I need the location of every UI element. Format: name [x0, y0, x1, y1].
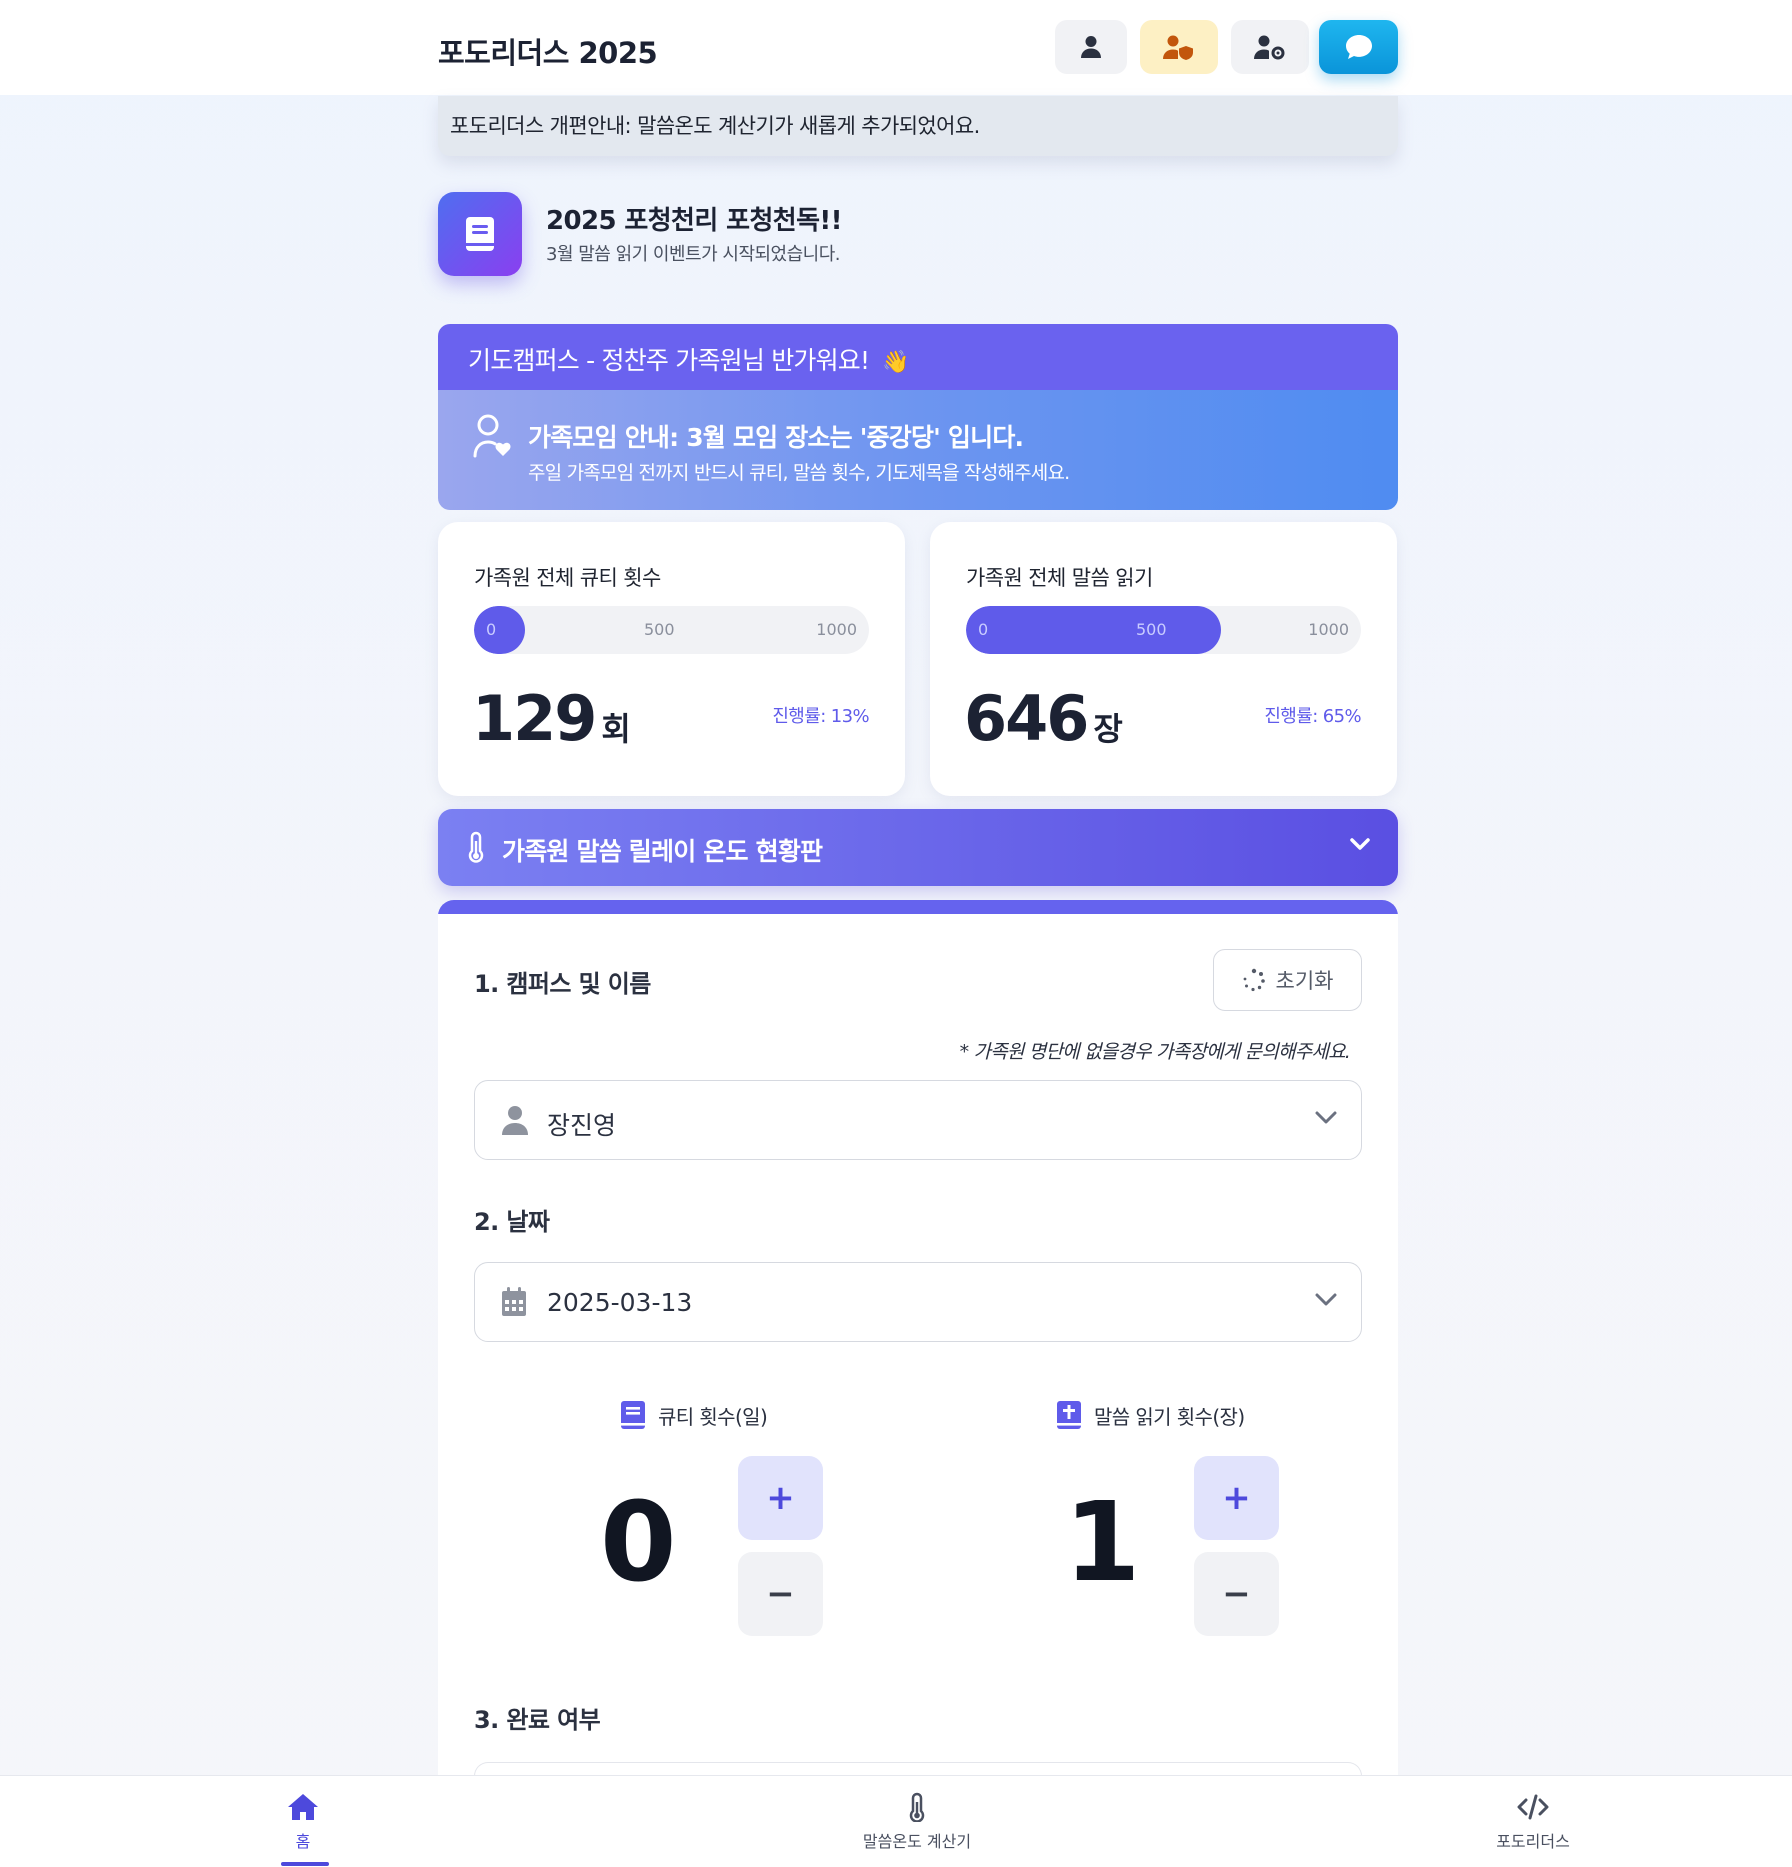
chevron-down-icon [1350, 838, 1370, 850]
wave-emoji-icon: 👋 [882, 350, 909, 375]
spinner-icon [1243, 968, 1265, 992]
relay-temperature-accordion[interactable]: 가족원 말씀 릴레이 온도 현황판 [438, 809, 1398, 886]
code-icon [1517, 1794, 1549, 1820]
date-select[interactable]: 2025-03-13 [474, 1262, 1362, 1342]
event-subtitle: 3월 말씀 읽기 이벤트가 시작되었습니다. [546, 244, 841, 265]
reading-increment-button[interactable]: + [1194, 1456, 1279, 1540]
user-gear-icon [1254, 35, 1285, 60]
qt-total-number: 129 [472, 682, 597, 755]
event-title: 2025 포청천리 포청천독!! [546, 206, 843, 236]
section-completion: 3. 완료 여부 [474, 1706, 601, 1734]
welcome-banner: 기도캠퍼스 - 정찬주 가족원님 반가워요! 👋 [438, 324, 1398, 390]
reading-total-unit: 장 [1093, 710, 1122, 748]
qt-decrement-button[interactable]: − [738, 1552, 823, 1636]
tick-label: 0 [486, 620, 497, 639]
thermometer-icon [468, 831, 484, 863]
family-notice-title: 가족모임 안내: 3월 모임 장소는 '중강당' 입니다. [528, 423, 1024, 452]
record-form: 1. 캠퍼스 및 이름 초기화 * 가족원 명단에 없을경우 가족장에게 문의해… [438, 900, 1398, 1867]
reading-progress-text: 진행률: 65% [1264, 706, 1361, 727]
tick-label: 500 [1136, 620, 1167, 639]
reading-counter-label: 말씀 읽기 횟수(장) [1056, 1400, 1245, 1430]
nav-podoreaders-label: 포도리더스 [1496, 1832, 1570, 1851]
section-date: 2. 날짜 [474, 1208, 550, 1236]
top-bar: 포도리더스 2025 [0, 0, 1792, 95]
section-campus-name: 1. 캠퍼스 및 이름 [474, 970, 651, 998]
chevron-down-icon [1315, 1293, 1337, 1306]
qt-increment-button[interactable]: + [738, 1456, 823, 1540]
family-notice-subtitle: 주일 가족모임 전까지 반드시 큐티, 말씀 횟수, 기도제목을 작성해주세요. [528, 462, 1070, 484]
reading-counter-text: 말씀 읽기 횟수(장) [1094, 1404, 1245, 1429]
form-top-strip [438, 900, 1398, 914]
qt-counter-text: 큐티 횟수(일) [658, 1404, 768, 1429]
nav-home-label: 홈 [295, 1832, 311, 1851]
chevron-down-icon [1315, 1111, 1337, 1124]
welcome-text: 기도캠퍼스 - 정찬주 가족원님 반가워요! [468, 346, 870, 375]
tick-label: 1000 [1308, 620, 1349, 639]
reading-counter: 말씀 읽기 횟수(장) 1 + − [1056, 1400, 1486, 1640]
reading-progress-bar: 0 500 1000 [966, 606, 1361, 654]
qt-progress-bar: 0 500 1000 [474, 606, 869, 654]
qt-total-value: 129 회 [472, 682, 631, 755]
reading-total-number: 646 [964, 682, 1089, 755]
reading-progress-fill [966, 606, 1222, 654]
reading-decrement-button[interactable]: − [1194, 1552, 1279, 1636]
tick-label: 500 [644, 620, 675, 639]
date-select-value: 2025-03-13 [547, 1288, 693, 1317]
user-icon [1081, 36, 1101, 58]
qt-total-unit: 회 [601, 710, 630, 748]
announcement-banner: 포도리더스 개편안내: 말씀온도 계산기가 새롭게 추가되었어요. [438, 96, 1398, 156]
nav-temperature-label: 말씀온도 계산기 [862, 1832, 972, 1851]
reading-total-card: 가족원 전체 말씀 읽기 0 500 1000 646 장 진행률: 65% [930, 522, 1397, 796]
qt-counter: 큐티 횟수(일) 0 + − [600, 1400, 1030, 1640]
qt-counter-value: 0 [600, 1478, 677, 1606]
relay-title: 가족원 말씀 릴레이 온도 현황판 [502, 837, 823, 866]
reset-label: 초기화 [1275, 969, 1334, 993]
nav-home[interactable]: 홈 [223, 1792, 383, 1866]
app-title: 포도리더스 2025 [438, 36, 658, 70]
family-meeting-notice: 가족모임 안내: 3월 모임 장소는 '중강당' 입니다. 주일 가족모임 전까… [438, 390, 1398, 510]
book-icon [621, 1401, 645, 1429]
name-select[interactable]: 장진영 [474, 1080, 1362, 1160]
user-heart-icon [473, 414, 511, 458]
bible-icon [1057, 1401, 1081, 1429]
nav-temperature-calculator[interactable]: 말씀온도 계산기 [837, 1792, 997, 1852]
qt-total-card: 가족원 전체 큐티 횟수 0 500 1000 129 회 진행률: 13% [438, 522, 905, 796]
reading-counter-value: 1 [1064, 1478, 1141, 1606]
admin-button[interactable] [1140, 20, 1218, 74]
calendar-icon [502, 1287, 526, 1316]
profile-button[interactable] [1055, 20, 1127, 74]
home-icon [288, 1794, 318, 1820]
bottom-navigation: 홈 말씀온도 계산기 포도리더스 [0, 1775, 1792, 1867]
chat-bubble-icon [1345, 35, 1372, 59]
thermometer-icon [909, 1792, 925, 1822]
qt-progress-text: 진행률: 13% [772, 706, 869, 727]
qt-progress-fill [474, 606, 526, 654]
user-settings-button[interactable] [1231, 20, 1309, 74]
event-badge [438, 192, 522, 276]
name-select-value: 장진영 [547, 1111, 617, 1140]
roster-hint: * 가족원 명단에 없을경우 가족장에게 문의해주세요. [959, 1041, 1351, 1063]
qt-counter-label: 큐티 횟수(일) [620, 1400, 768, 1430]
chat-button[interactable] [1319, 20, 1398, 74]
tick-label: 1000 [816, 620, 857, 639]
user-shield-icon [1163, 35, 1193, 60]
nav-podoreaders[interactable]: 포도리더스 [1453, 1792, 1613, 1852]
qt-total-label: 가족원 전체 큐티 횟수 [474, 566, 661, 590]
tick-label: 0 [978, 620, 989, 639]
event-card[interactable]: 2025 포청천리 포청천독!! 3월 말씀 읽기 이벤트가 시작되었습니다. [438, 192, 1398, 277]
user-icon [502, 1106, 528, 1135]
reset-button[interactable]: 초기화 [1213, 949, 1362, 1011]
book-icon [466, 217, 494, 251]
reading-total-value: 646 장 [964, 682, 1123, 755]
reading-total-label: 가족원 전체 말씀 읽기 [966, 566, 1153, 590]
